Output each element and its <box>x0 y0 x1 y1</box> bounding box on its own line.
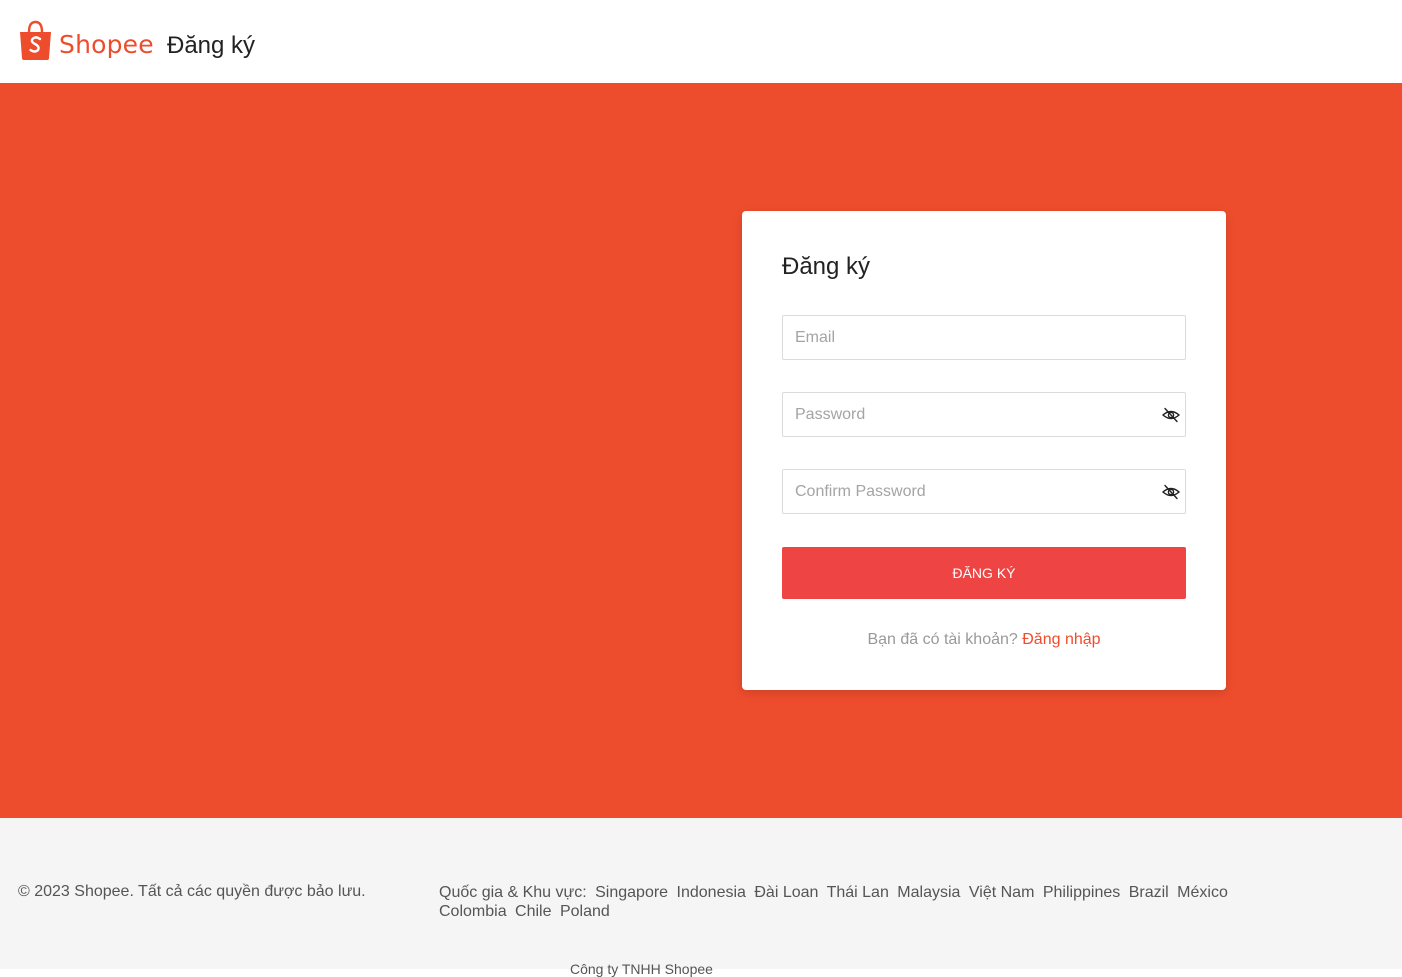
region-link[interactable]: Indonesia <box>677 884 746 901</box>
password-field[interactable] <box>782 392 1186 437</box>
signup-hero: Đăng ký ĐĂNG KÝ Bạn đã có tài khoản? Đăn… <box>0 83 1402 818</box>
region-list: Quốc gia & Khu vực: Singapore Indonesia … <box>439 883 1279 921</box>
region-link[interactable]: Chile <box>515 903 551 920</box>
copyright-text: © 2023 Shopee. Tất cả các quyền được bảo… <box>18 883 366 900</box>
region-link[interactable]: Đài Loan <box>754 884 818 901</box>
region-link[interactable]: Colombia <box>439 903 507 920</box>
region-link[interactable]: Philippines <box>1043 884 1120 901</box>
email-field[interactable] <box>782 315 1186 360</box>
confirm-password-input[interactable] <box>783 470 1185 513</box>
regions-label: Quốc gia & Khu vực: <box>439 884 587 901</box>
confirm-password-field[interactable] <box>782 469 1186 514</box>
site-footer: © 2023 Shopee. Tất cả các quyền được bảo… <box>0 818 1402 977</box>
eye-off-icon[interactable] <box>1161 482 1181 502</box>
have-account-text: Bạn đã có tài khoản? <box>867 631 1018 648</box>
eye-off-icon[interactable] <box>1161 405 1181 425</box>
region-link[interactable]: Malaysia <box>897 884 960 901</box>
login-prompt: Bạn đã có tài khoản? Đăng nhập <box>742 631 1226 649</box>
company-name: Công ty TNHH Shopee <box>570 961 713 977</box>
region-link[interactable]: México <box>1177 884 1228 901</box>
region-link[interactable]: Brazil <box>1129 884 1169 901</box>
region-link[interactable]: Việt Nam <box>969 884 1035 901</box>
signup-button[interactable]: ĐĂNG KÝ <box>782 547 1186 599</box>
region-link[interactable]: Thái Lan <box>827 884 889 901</box>
shopee-logo[interactable]: Shopee <box>18 20 154 60</box>
region-link[interactable]: Singapore <box>595 884 668 901</box>
region-link[interactable]: Poland <box>560 903 610 920</box>
site-header: Shopee Đăng ký <box>0 0 1402 83</box>
page-title: Đăng ký <box>167 32 256 59</box>
signup-card: Đăng ký ĐĂNG KÝ Bạn đã có tài khoản? Đăn… <box>742 211 1226 690</box>
email-input[interactable] <box>783 316 1185 359</box>
form-title: Đăng ký <box>782 253 871 280</box>
login-link[interactable]: Đăng nhập <box>1022 631 1100 648</box>
shopee-bag-icon <box>20 20 51 60</box>
logo-text: Shopee <box>59 30 154 59</box>
password-input[interactable] <box>783 393 1185 436</box>
